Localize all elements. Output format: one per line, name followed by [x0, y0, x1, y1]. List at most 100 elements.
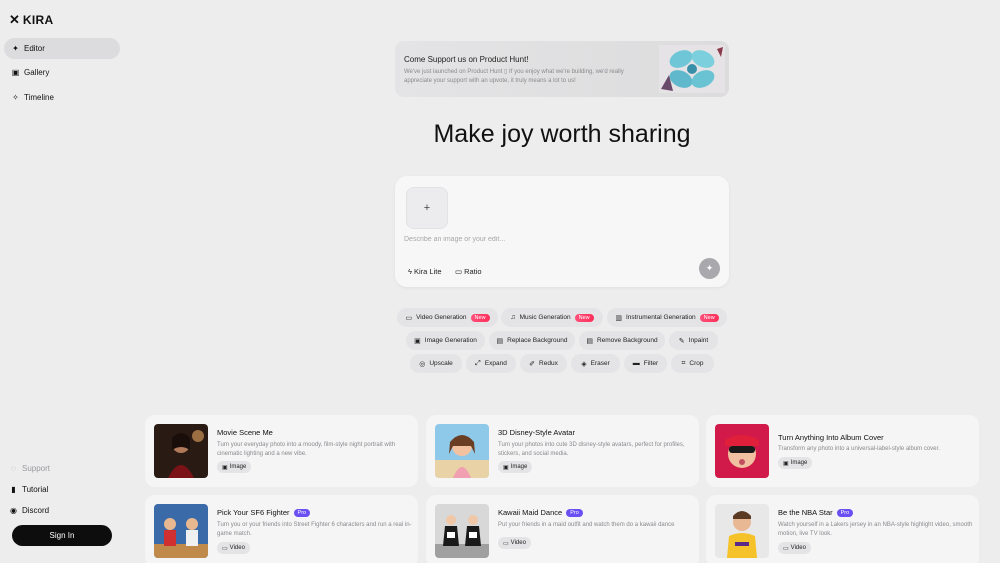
- card-thumbnail: [715, 424, 769, 478]
- pro-badge: Pro: [293, 508, 311, 517]
- card-title-text: Kawaii Maid Dance: [498, 508, 563, 517]
- card-tag: ▣ Image: [217, 461, 252, 473]
- new-badge: New: [470, 313, 490, 322]
- sidebar-item-label: Gallery: [24, 68, 50, 77]
- inpaint-icon: ✎: [678, 337, 685, 345]
- image-icon: ▣: [222, 464, 228, 471]
- card-title: Movie Scene Me: [217, 428, 273, 437]
- sidebar-item-gallery[interactable]: ▣ Gallery: [4, 62, 120, 83]
- image-icon: ▣: [783, 460, 789, 467]
- card-tag: ▭ Video: [498, 537, 531, 549]
- sign-in-button[interactable]: Sign In: [12, 525, 112, 546]
- chip-music-generation[interactable]: ♫ Music Generation New: [501, 308, 603, 327]
- card-title-text: 3D Disney-Style Avatar: [498, 428, 575, 437]
- chip-eraser[interactable]: ◈ Eraser: [571, 354, 620, 373]
- sidebar-discord[interactable]: ◉ Discord: [9, 506, 49, 515]
- banner-text: We've just launched on Product Hunt ▯ If…: [404, 69, 624, 84]
- card-title: 3D Disney-Style Avatar: [498, 428, 575, 437]
- card-tag-label: Image: [229, 464, 247, 470]
- template-card-kawaii-maid[interactable]: Kawaii Maid Dance Pro Put your friends i…: [426, 495, 699, 563]
- sidebar-tutorial[interactable]: ▮ Tutorial: [9, 485, 48, 494]
- chip-image-generation[interactable]: ▣ Image Generation: [406, 331, 485, 350]
- chip-label: Redux: [539, 360, 558, 367]
- template-card-movie-scene[interactable]: Movie Scene Me Turn your everyday photo …: [145, 415, 418, 487]
- card-description: Turn you or your friends into Street Fig…: [217, 522, 412, 537]
- gallery-icon: ▣: [11, 68, 20, 77]
- card-description: Turn your everyday photo into a moody, f…: [217, 442, 396, 457]
- card-tag-label: Image: [510, 464, 528, 470]
- timeline-icon: ✧: [12, 93, 19, 102]
- card-tag: ▭ Video: [778, 542, 811, 554]
- pro-badge: Pro: [566, 508, 583, 517]
- ratio-icon: ▭: [455, 267, 463, 276]
- tutorial-label: Tutorial: [22, 485, 49, 494]
- card-thumbnail: [715, 504, 769, 558]
- ratio-button[interactable]: ▭ Ratio: [455, 267, 482, 276]
- music-icon: ♫: [510, 314, 516, 321]
- video-icon: ▭: [405, 314, 413, 322]
- sidebar-item-label: Timeline: [24, 93, 54, 102]
- chip-label: Eraser: [590, 360, 610, 367]
- chip-upscale[interactable]: ◎ Upscale: [410, 354, 462, 373]
- sparkle-send-icon: ✦: [705, 263, 714, 273]
- video-icon: ▭: [503, 540, 509, 547]
- card-tag: ▭ Video: [217, 542, 250, 554]
- template-card-sf6-fighter[interactable]: Pick Your SF6 Fighter Pro Turn you or yo…: [145, 495, 418, 563]
- crop-icon: ⌗: [681, 359, 686, 367]
- chip-label: Filter: [643, 360, 659, 367]
- generate-button[interactable]: ✦: [699, 258, 720, 279]
- card-title: Kawaii Maid Dance Pro: [498, 508, 583, 517]
- sidebar-support[interactable]: ◌ Support: [9, 464, 50, 473]
- logo[interactable]: ✕ KIRA: [9, 12, 53, 28]
- prompt-input[interactable]: [404, 233, 664, 245]
- redux-icon: ✐: [529, 360, 536, 368]
- chip-label: Inpaint: [688, 337, 709, 344]
- chip-replace-background[interactable]: ▤ Replace Background: [489, 331, 575, 350]
- pro-badge: Pro: [836, 508, 854, 517]
- card-tag: ▣ Image: [778, 457, 813, 469]
- chip-instrumental-generation[interactable]: ▥ Instrumental Generation New: [607, 308, 727, 327]
- chip-label: Image Generation: [424, 337, 477, 344]
- model-select-button[interactable]: ϟ Kira Lite: [408, 267, 442, 276]
- card-title-text: Turn Anything Into Album Cover: [778, 433, 884, 442]
- chip-expand[interactable]: ⤢ Expand: [466, 354, 516, 373]
- product-hunt-banner[interactable]: Come Support us on Product Hunt! We've j…: [395, 41, 729, 97]
- sparkle-icon: ✦: [12, 44, 19, 53]
- card-description: Put your friends in a maid outfit and wa…: [498, 522, 675, 528]
- chip-inpaint[interactable]: ✎ Inpaint: [669, 331, 718, 350]
- sidebar-item-timeline[interactable]: ✧ Timeline: [4, 87, 120, 108]
- card-tag: ▣ Image: [498, 461, 533, 473]
- image-icon: ▣: [414, 337, 421, 345]
- chip-label: Instrumental Generation: [625, 314, 696, 321]
- card-tag-label: Video: [510, 540, 526, 546]
- chip-label: Upscale: [429, 360, 453, 367]
- chip-redux[interactable]: ✐ Redux: [520, 354, 567, 373]
- new-badge: New: [699, 313, 719, 322]
- model-label: Kira Lite: [413, 267, 442, 276]
- card-tag-label: Video: [229, 545, 245, 551]
- chip-remove-background[interactable]: ▤ Remove Background: [579, 331, 665, 350]
- template-card-album-cover[interactable]: Turn Anything Into Album Cover Transform…: [706, 415, 979, 487]
- template-card-disney-avatar[interactable]: 3D Disney-Style Avatar Turn your photos …: [426, 415, 699, 487]
- kira-logo-icon: ✕: [9, 12, 20, 27]
- ratio-label: Ratio: [464, 267, 482, 276]
- prompt-composer: + ϟ Kira Lite ▭ Ratio ✦: [395, 176, 729, 287]
- sidebar-item-editor[interactable]: ✦ Editor: [4, 38, 120, 59]
- card-title-text: Pick Your SF6 Fighter: [217, 508, 290, 517]
- upload-image-button[interactable]: +: [406, 187, 448, 229]
- card-thumbnail: [435, 504, 489, 558]
- support-label: Support: [22, 464, 51, 473]
- card-thumbnail: [154, 504, 208, 558]
- discord-label: Discord: [22, 506, 50, 515]
- eraser-icon: ◈: [581, 360, 587, 368]
- chip-label: Replace Background: [507, 337, 568, 344]
- chip-crop[interactable]: ⌗ Crop: [671, 354, 714, 373]
- template-card-nba-star[interactable]: Be the NBA Star Pro Watch yourself in a …: [706, 495, 979, 563]
- chip-video-generation[interactable]: ▭ Video Generation New: [397, 308, 498, 327]
- banner-art-image: [659, 45, 725, 93]
- expand-icon: ⤢: [475, 359, 481, 367]
- chip-filter[interactable]: ▬ Filter: [624, 354, 667, 373]
- lightning-icon: ϟ: [408, 267, 412, 276]
- instrument-icon: ▥: [615, 314, 622, 322]
- chip-label: Music Generation: [519, 314, 571, 321]
